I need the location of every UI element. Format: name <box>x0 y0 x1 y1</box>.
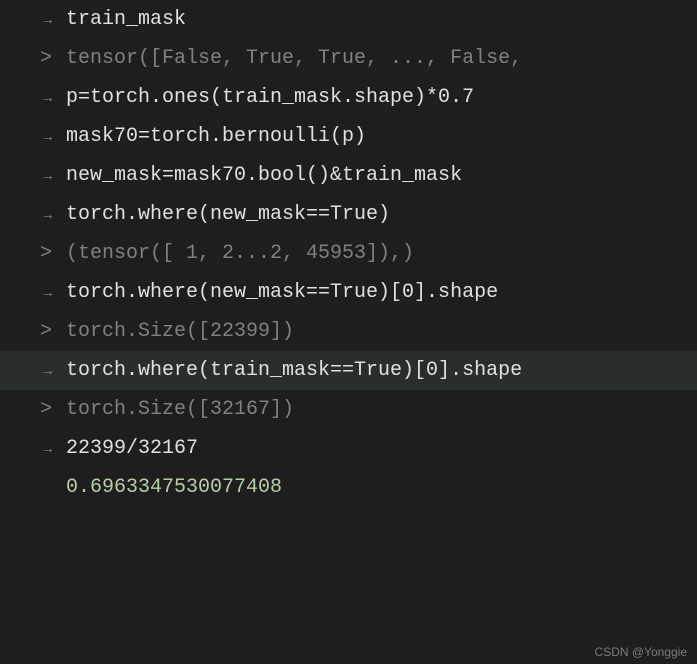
code-cell-line[interactable]: → torch.where(new_mask==True)[0].shape <box>0 273 697 312</box>
output-marker-icon: > <box>40 312 52 351</box>
input-text: torch.where(new_mask==True)[0].shape <box>66 273 697 312</box>
code-cell-line[interactable]: > torch.Size([32167]) <box>0 390 697 429</box>
result-text: 0.6963347530077408 <box>66 468 697 507</box>
code-cell-line[interactable]: → train_mask <box>0 0 697 39</box>
watermark: CSDN @Yonggie <box>595 646 687 658</box>
input-text: torch.where(train_mask==True)[0].shape <box>66 351 697 390</box>
output-marker-icon: > <box>40 234 52 273</box>
output-marker-icon: > <box>40 390 52 429</box>
input-arrow-icon: → <box>44 164 52 191</box>
gutter: → <box>12 203 66 230</box>
input-text: new_mask=mask70.bool()&train_mask <box>66 156 697 195</box>
gutter: → <box>12 125 66 152</box>
output-text: torch.Size([22399]) <box>66 312 697 351</box>
code-cell-line[interactable]: → torch.where(new_mask==True) <box>0 195 697 234</box>
input-arrow-icon: → <box>44 86 52 113</box>
gutter: → <box>12 86 66 113</box>
gutter: → <box>12 281 66 308</box>
code-cell-line[interactable]: > (tensor([ 1, 2...2, 45953]),) <box>0 234 697 273</box>
gutter: > <box>12 390 66 429</box>
input-arrow-icon: → <box>44 437 52 464</box>
gutter: > <box>12 234 66 273</box>
input-arrow-icon: → <box>44 8 52 35</box>
output-text: tensor([False, True, True, ..., False, <box>66 39 697 78</box>
code-cell-line[interactable]: → torch.where(train_mask==True)[0].shape <box>0 351 697 390</box>
gutter: → <box>12 437 66 464</box>
input-text: 22399/32167 <box>66 429 697 468</box>
code-cell-line[interactable]: → mask70=torch.bernoulli(p) <box>0 117 697 156</box>
input-arrow-icon: → <box>44 281 52 308</box>
gutter: > <box>12 312 66 351</box>
code-cell-line[interactable]: > tensor([False, True, True, ..., False, <box>0 39 697 78</box>
input-text: mask70=torch.bernoulli(p) <box>66 117 697 156</box>
input-arrow-icon: → <box>44 203 52 230</box>
code-cell-line[interactable]: → p=torch.ones(train_mask.shape)*0.7 <box>0 78 697 117</box>
code-cell-line[interactable]: → new_mask=mask70.bool()&train_mask <box>0 156 697 195</box>
input-text: p=torch.ones(train_mask.shape)*0.7 <box>66 78 697 117</box>
input-text: torch.where(new_mask==True) <box>66 195 697 234</box>
output-text: (tensor([ 1, 2...2, 45953]),) <box>66 234 697 273</box>
input-text: train_mask <box>66 0 697 39</box>
gutter: → <box>12 8 66 35</box>
code-cell-line[interactable]: → 22399/32167 <box>0 429 697 468</box>
output-marker-icon: > <box>40 39 52 78</box>
gutter: → <box>12 164 66 191</box>
input-arrow-icon: → <box>44 359 52 386</box>
code-cell-line[interactable]: 0.6963347530077408 <box>0 468 697 507</box>
gutter: > <box>12 39 66 78</box>
gutter: → <box>12 359 66 386</box>
output-text: torch.Size([32167]) <box>66 390 697 429</box>
code-cell-line[interactable]: > torch.Size([22399]) <box>0 312 697 351</box>
input-arrow-icon: → <box>44 125 52 152</box>
